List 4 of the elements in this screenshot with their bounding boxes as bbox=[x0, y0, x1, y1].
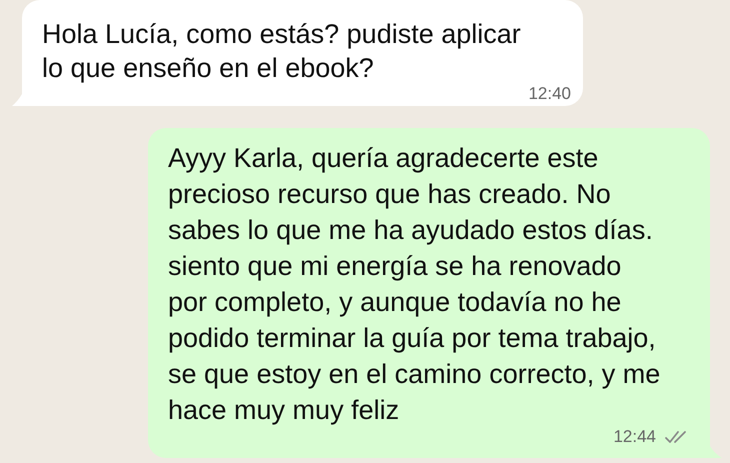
message-time: 12:44 bbox=[613, 428, 656, 446]
message-text: Ayyy Karla, quería agradecerte este precioso recurso que has creado. No sabes lo que me ha ayudado estos días. siento que mi energía se ha renovado por completo, y aunque todavía no he podido terminar la guía por tema trabajo, se que estoy en el camino correcto, y me hace muy muy feliz bbox=[168, 142, 660, 427]
message-text: Hola Lucía, como estás? pudiste aplicar lo que enseño en el ebook? bbox=[42, 18, 521, 85]
message-time: 12:40 bbox=[528, 85, 571, 103]
